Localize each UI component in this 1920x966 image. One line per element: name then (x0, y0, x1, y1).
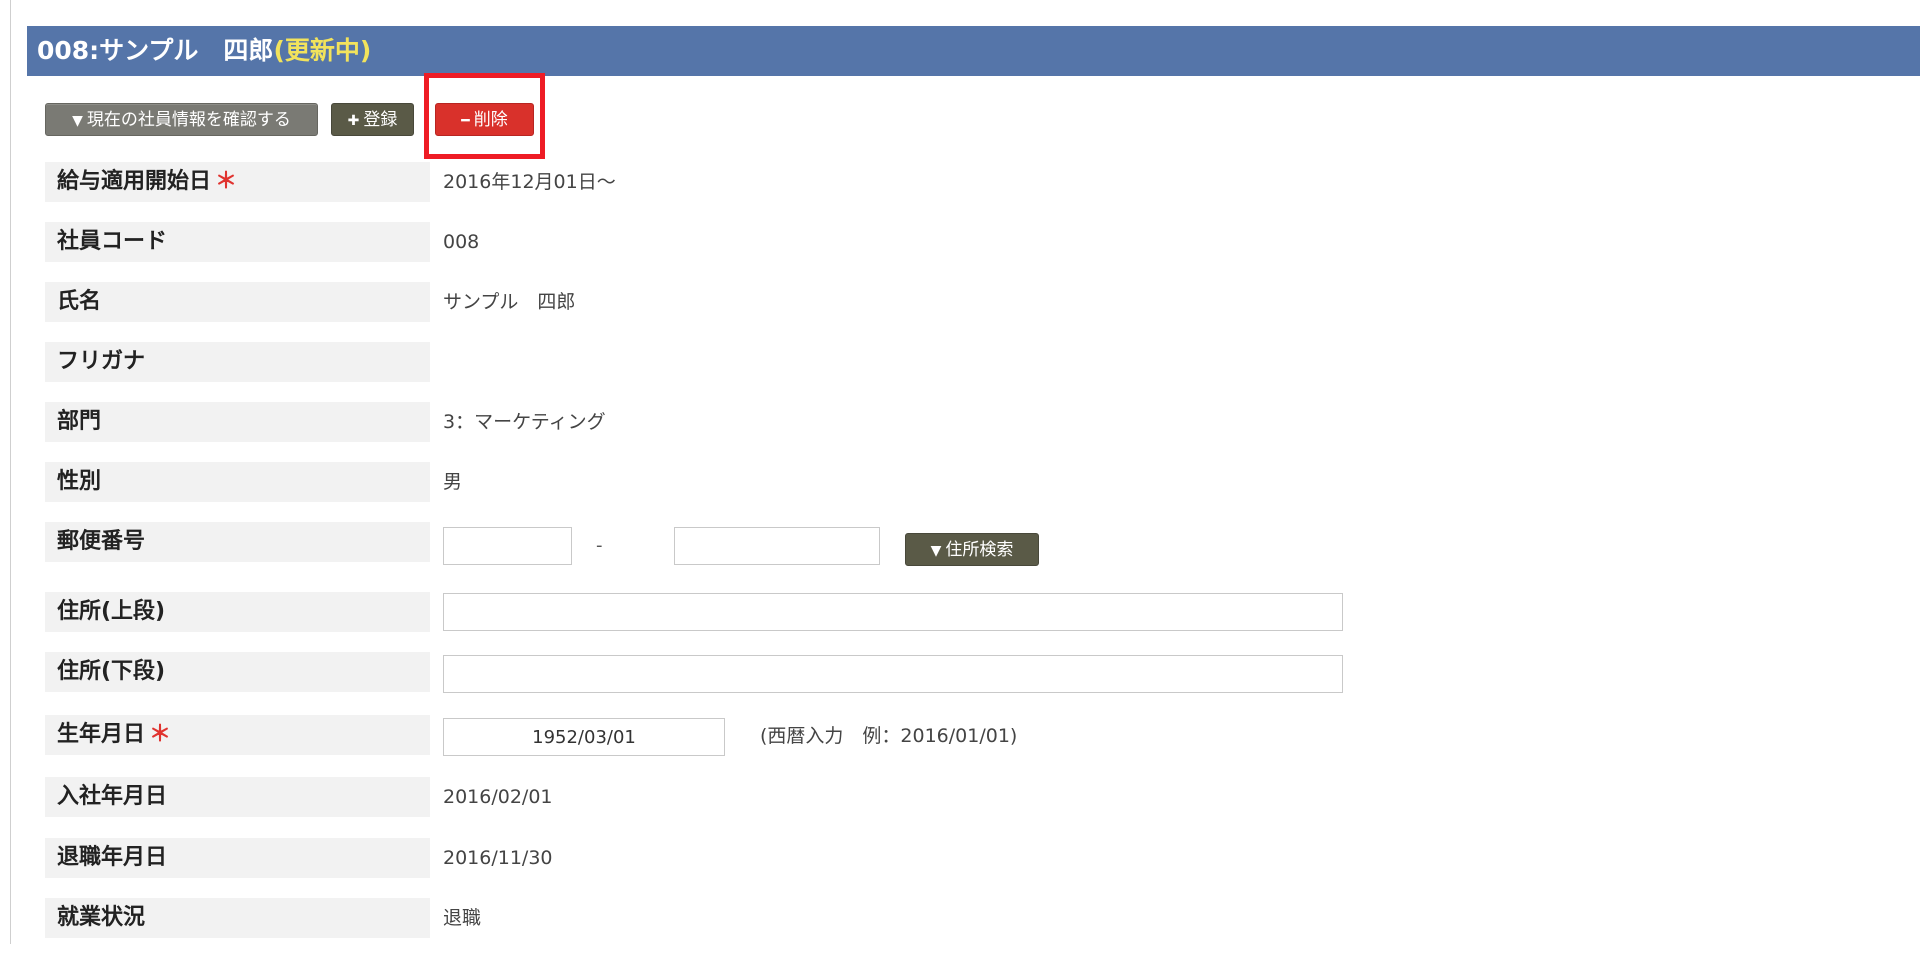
birthdate-input[interactable] (443, 718, 725, 756)
register-label: 登録 (363, 110, 398, 130)
triangle-down-icon: ▼ (930, 543, 942, 559)
confirm-employee-info-button[interactable]: ▼ 現在の社員情報を確認する (45, 103, 318, 136)
address-lower-input[interactable] (443, 655, 1343, 693)
address-upper-label: 住所(上段) (45, 592, 430, 632)
postal-code-first-input[interactable] (443, 527, 572, 565)
postal-code-separator: - (596, 535, 603, 556)
salary-start-value: 2016年12月01日～ (443, 171, 616, 193)
birthdate-format-hint: (西暦入力 例：2016/01/01) (760, 725, 1018, 747)
address-upper-input[interactable] (443, 593, 1343, 631)
address-search-label: 住所検索 (945, 540, 1014, 560)
address-lower-label: 住所(下段) (45, 652, 430, 692)
birthdate-label: 生年月日＊ (45, 715, 430, 755)
employment-status-value: 退職 (443, 907, 482, 929)
plus-icon: ✚ (347, 113, 360, 129)
gender-label: 性別 (45, 462, 430, 502)
employment-status-label: 就業状況 (45, 898, 430, 938)
hire-date-value: 2016/02/01 (443, 786, 553, 808)
employee-code-label: 社員コード (45, 222, 430, 262)
delete-button-highlight (424, 73, 545, 159)
department-label: 部門 (45, 402, 430, 442)
triangle-down-icon: ▼ (72, 113, 83, 129)
page-title-bar: 008:サンプル 四郎(更新中) (27, 26, 1920, 76)
gender-value: 男 (443, 471, 463, 493)
employee-code-value: 008 (443, 231, 480, 253)
name-label: 氏名 (45, 282, 430, 322)
left-border (10, 0, 11, 944)
required-asterisk: ＊ (149, 722, 172, 747)
postal-code-label: 郵便番号 (45, 522, 430, 562)
register-button[interactable]: ✚ 登録 (331, 103, 414, 136)
retirement-date-value: 2016/11/30 (443, 847, 553, 869)
hire-date-label: 入社年月日 (45, 777, 430, 817)
page-title: 008:サンプル 四郎 (37, 36, 274, 65)
edit-status: (更新中) (273, 36, 372, 65)
retirement-date-label: 退職年月日 (45, 838, 430, 878)
furigana-label: フリガナ (45, 342, 430, 382)
salary-start-label: 給与適用開始日＊ (45, 162, 430, 202)
confirm-employee-info-label: 現在の社員情報を確認する (86, 110, 291, 130)
name-value: サンプル 四郎 (443, 291, 576, 313)
postal-code-second-input[interactable] (674, 527, 880, 565)
department-value: 3：マーケティング (443, 411, 606, 433)
required-asterisk: ＊ (215, 169, 238, 194)
address-search-button[interactable]: ▼ 住所検索 (905, 533, 1039, 566)
